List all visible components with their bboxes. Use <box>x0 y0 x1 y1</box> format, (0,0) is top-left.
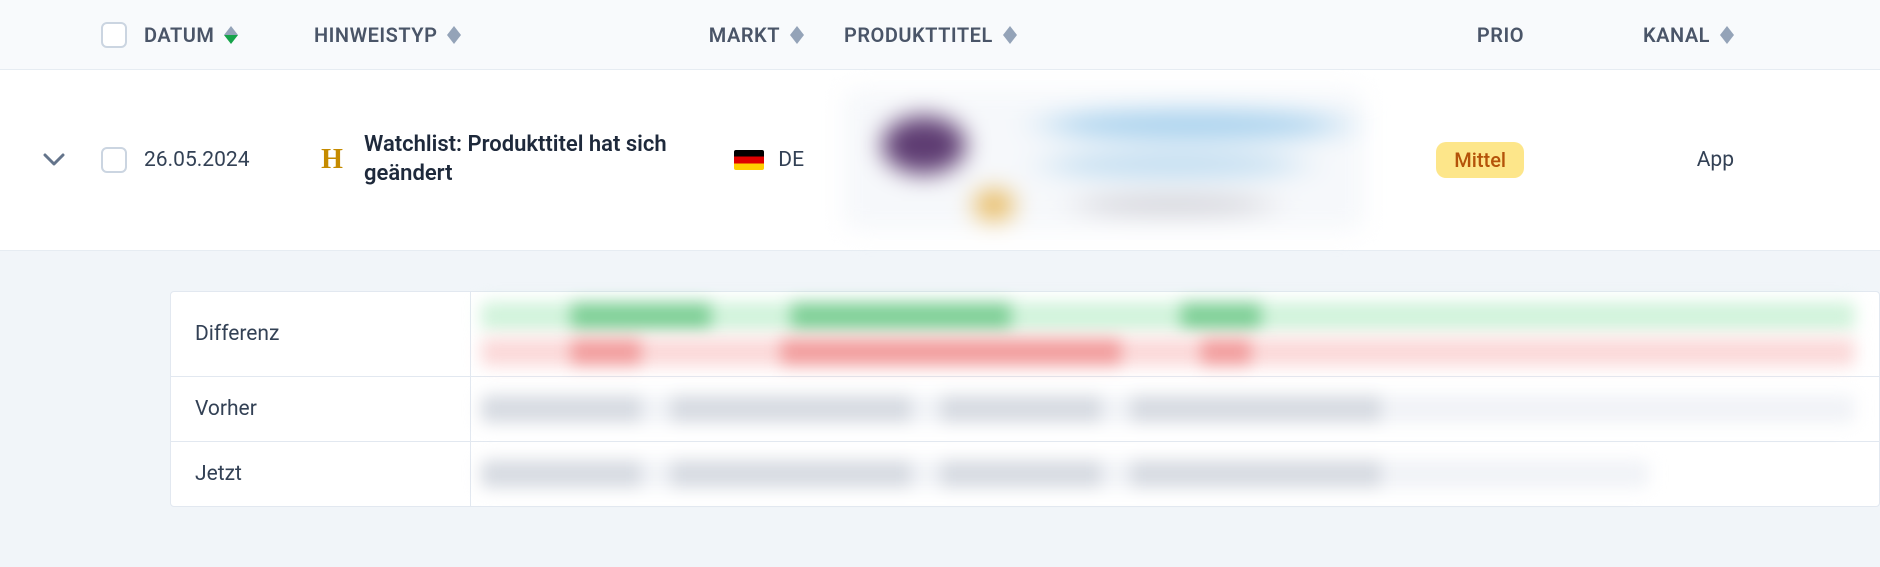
header-col-markt[interactable]: Markt <box>684 23 844 47</box>
sort-icon <box>224 26 238 44</box>
header-col-datum[interactable]: Datum <box>144 23 314 47</box>
market-cell: DE <box>684 148 844 172</box>
header-label: Markt <box>709 23 780 47</box>
row-checkbox[interactable] <box>101 147 127 173</box>
market-code: DE <box>778 148 804 172</box>
header-col-hinweistyp[interactable]: Hinweistyp <box>314 23 684 47</box>
sort-icon <box>790 26 804 44</box>
date-value: 26.05.2024 <box>144 148 250 172</box>
row-detail-panel: Differenz Vorher Jetzt <box>0 251 1880 567</box>
header-label: Prio <box>1477 23 1524 47</box>
header-label: Kanal <box>1643 23 1710 47</box>
prio-cell: Mittel <box>1364 142 1524 178</box>
diff-value <box>471 292 1879 376</box>
table-header-row: Datum Hinweistyp Markt Produkttitel Prio… <box>0 0 1880 70</box>
diff-added-redacted <box>481 302 1855 330</box>
diff-removed-redacted <box>481 338 1855 366</box>
before-value <box>471 377 1879 441</box>
sort-icon <box>447 26 461 44</box>
diff-label: Differenz <box>171 292 471 376</box>
sort-icon <box>1720 26 1734 44</box>
header-col-produkttitel[interactable]: Produkttitel <box>844 23 1364 47</box>
table-row: 26.05.2024 H Watchlist: Produkttitel hat… <box>0 70 1880 251</box>
prio-badge: Mittel <box>1436 142 1524 178</box>
type-cell: H Watchlist: Produkttitel hat sich geänd… <box>314 131 684 188</box>
before-text-redacted <box>481 395 1855 423</box>
header-label: Hinweistyp <box>314 23 437 47</box>
flag-de-icon <box>734 150 764 170</box>
product-title-redacted <box>844 90 1364 230</box>
select-all-checkbox[interactable] <box>101 22 127 48</box>
now-value <box>471 442 1879 506</box>
channel-cell: App <box>1524 148 1744 172</box>
now-text-redacted <box>481 460 1649 488</box>
hint-type-icon: H <box>314 142 350 178</box>
product-title-cell <box>844 90 1364 230</box>
hint-type-text: Watchlist: Produkttitel hat sich geänder… <box>364 131 684 188</box>
channel-value: App <box>1697 148 1734 172</box>
diff-row-vorher: Vorher <box>171 377 1879 442</box>
header-col-checkbox <box>84 22 144 48</box>
checkbox-cell <box>84 147 144 173</box>
diff-row-jetzt: Jetzt <box>171 442 1879 506</box>
diff-label: Jetzt <box>171 442 471 506</box>
chevron-down-icon[interactable] <box>43 153 65 167</box>
sort-icon <box>1003 26 1017 44</box>
diff-table: Differenz Vorher Jetzt <box>170 291 1880 507</box>
date-cell: 26.05.2024 <box>144 148 314 172</box>
expand-cell <box>24 153 84 167</box>
diff-label: Vorher <box>171 377 471 441</box>
header-col-kanal[interactable]: Kanal <box>1524 23 1744 47</box>
header-label: Produkttitel <box>844 23 993 47</box>
header-col-prio[interactable]: Prio <box>1364 23 1524 47</box>
diff-row-differenz: Differenz <box>171 292 1879 377</box>
header-label: Datum <box>144 23 214 47</box>
